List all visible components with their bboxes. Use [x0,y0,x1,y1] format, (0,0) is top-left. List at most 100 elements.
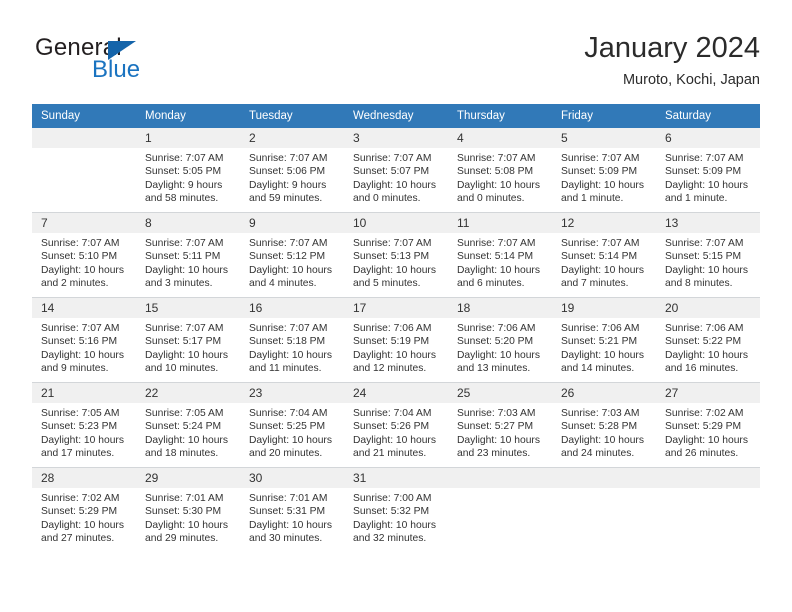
daylight-text-line2: and 29 minutes. [145,533,219,545]
page-title: January 2024 [584,32,760,64]
calendar-day-cell[interactable]: 22 Sunrise: 7:05 AM Sunset: 5:24 PM Dayligh… [136,382,240,468]
daylight-text-line1: Daylight: 10 hours [41,519,124,531]
calendar-day-cell[interactable]: 2 Sunrise: 7:07 AM Sunset: 5:06 PM Daylight… [240,128,344,213]
calendar-day-cell[interactable]: 15 Sunrise: 7:07 AM Sunset: 5:17 PM Dayligh… [136,297,240,383]
general-blue-logo[interactable]: General Blue [35,34,215,94]
sunrise-text: Sunrise: 7:00 AM [353,493,432,504]
calendar-day-cell[interactable]: 20 Sunrise: 7:06 AM Sunset: 5:22 PM Dayligh… [656,297,760,383]
daylight-text-line2: and 30 minutes. [249,533,323,545]
calendar-day-cell[interactable]: 28 Sunrise: 7:02 AM Sunset: 5:29 PM Dayligh… [32,467,136,552]
calendar-day-cell[interactable]: 9 Sunrise: 7:07 AM Sunset: 5:12 PM Daylight… [240,212,344,298]
sunrise-text: Sunrise: 7:02 AM [665,408,744,419]
weekday-header-thursday: Thursday [448,104,552,128]
day-number: 16 [240,298,344,318]
calendar-day-cell[interactable]: 25 Sunrise: 7:03 AM Sunset: 5:27 PM Dayligh… [448,382,552,468]
day-info: Sunrise: 7:07 AM Sunset: 5:08 PM Daylight:… [448,148,552,206]
day-info: Sunrise: 7:07 AM Sunset: 5:12 PM Daylight:… [240,233,344,291]
day-number: 9 [240,213,344,233]
calendar-day-cell[interactable]: 1 Sunrise: 7:07 AM Sunset: 5:05 PM Daylight… [136,128,240,213]
daylight-text-line2: and 4 minutes. [249,278,317,290]
daylight-text-line2: and 14 minutes. [561,363,635,375]
calendar-day-cell[interactable]: 29 Sunrise: 7:01 AM Sunset: 5:30 PM Dayligh… [136,467,240,552]
calendar-day-cell[interactable]: 24 Sunrise: 7:04 AM Sunset: 5:26 PM Dayligh… [344,382,448,468]
calendar-day-cell[interactable]: 12 Sunrise: 7:07 AM Sunset: 5:14 PM Dayligh… [552,212,656,298]
day-number [552,468,656,488]
day-number: 31 [344,468,448,488]
day-cell-content: 10 Sunrise: 7:07 AM Sunset: 5:13 PM Dayligh… [344,213,448,297]
day-number: 17 [344,298,448,318]
daylight-text-line2: and 5 minutes. [353,278,421,290]
sunset-text: Sunset: 5:14 PM [457,251,534,263]
calendar-day-cell[interactable]: 17 Sunrise: 7:06 AM Sunset: 5:19 PM Dayligh… [344,297,448,383]
daylight-text-line1: Daylight: 10 hours [145,264,228,276]
sunrise-text: Sunrise: 7:07 AM [353,238,432,249]
calendar-day-cell [656,467,760,552]
day-info: Sunrise: 7:07 AM Sunset: 5:14 PM Daylight:… [448,233,552,291]
sunrise-text: Sunrise: 7:07 AM [41,238,120,249]
calendar-day-cell[interactable]: 19 Sunrise: 7:06 AM Sunset: 5:21 PM Dayligh… [552,297,656,383]
daylight-text-line2: and 23 minutes. [457,448,531,460]
calendar-week-row: 21 Sunrise: 7:05 AM Sunset: 5:23 PM Dayligh… [32,382,760,468]
calendar-day-cell[interactable]: 10 Sunrise: 7:07 AM Sunset: 5:13 PM Dayligh… [344,212,448,298]
calendar-day-cell[interactable]: 31 Sunrise: 7:00 AM Sunset: 5:32 PM Dayligh… [344,467,448,552]
sunrise-text: Sunrise: 7:06 AM [665,323,744,334]
sunset-text: Sunset: 5:05 PM [145,166,222,178]
day-cell-content: 26 Sunrise: 7:03 AM Sunset: 5:28 PM Dayligh… [552,383,656,467]
calendar-day-cell[interactable]: 4 Sunrise: 7:07 AM Sunset: 5:08 PM Daylight… [448,128,552,213]
day-info: Sunrise: 7:02 AM Sunset: 5:29 PM Daylight:… [32,488,136,546]
sunset-text: Sunset: 5:09 PM [665,166,742,178]
calendar-day-cell[interactable]: 5 Sunrise: 7:07 AM Sunset: 5:09 PM Daylight… [552,128,656,213]
calendar-day-cell[interactable]: 13 Sunrise: 7:07 AM Sunset: 5:15 PM Dayligh… [656,212,760,298]
day-cell-content: 21 Sunrise: 7:05 AM Sunset: 5:23 PM Dayligh… [32,383,136,467]
sunrise-text: Sunrise: 7:07 AM [457,238,536,249]
sunset-text: Sunset: 5:07 PM [353,166,430,178]
daylight-text-line2: and 6 minutes. [457,278,525,290]
calendar-day-cell[interactable]: 21 Sunrise: 7:05 AM Sunset: 5:23 PM Dayligh… [32,382,136,468]
day-number: 10 [344,213,448,233]
sunset-text: Sunset: 5:09 PM [561,166,638,178]
sunset-text: Sunset: 5:20 PM [457,336,534,348]
sunset-text: Sunset: 5:29 PM [41,506,118,518]
calendar-day-cell[interactable]: 11 Sunrise: 7:07 AM Sunset: 5:14 PM Dayligh… [448,212,552,298]
calendar-page: General Blue January 2024 Muroto, Kochi,… [0,0,792,612]
calendar-day-cell[interactable]: 14 Sunrise: 7:07 AM Sunset: 5:16 PM Dayligh… [32,297,136,383]
calendar-day-cell[interactable]: 7 Sunrise: 7:07 AM Sunset: 5:10 PM Daylight… [32,212,136,298]
day-cell-content: 4 Sunrise: 7:07 AM Sunset: 5:08 PM Daylight… [448,128,552,212]
calendar-day-cell[interactable]: 23 Sunrise: 7:04 AM Sunset: 5:25 PM Dayligh… [240,382,344,468]
daylight-text-line2: and 24 minutes. [561,448,635,460]
calendar-day-cell[interactable]: 26 Sunrise: 7:03 AM Sunset: 5:28 PM Dayligh… [552,382,656,468]
weekday-header-friday: Friday [552,104,656,128]
sunset-text: Sunset: 5:13 PM [353,251,430,263]
title-block: January 2024 Muroto, Kochi, Japan [584,30,760,91]
daylight-text-line2: and 0 minutes. [457,193,525,205]
weekday-header-saturday: Saturday [656,104,760,128]
calendar-day-cell[interactable]: 8 Sunrise: 7:07 AM Sunset: 5:11 PM Daylight… [136,212,240,298]
daylight-text-line1: Daylight: 10 hours [41,349,124,361]
daylight-text-line1: Daylight: 10 hours [561,264,644,276]
day-number: 26 [552,383,656,403]
daylight-text-line2: and 9 minutes. [41,363,109,375]
sunset-text: Sunset: 5:24 PM [145,421,222,433]
day-number: 1 [136,128,240,148]
sunset-text: Sunset: 5:27 PM [457,421,534,433]
day-number: 14 [32,298,136,318]
calendar-day-cell[interactable]: 27 Sunrise: 7:02 AM Sunset: 5:29 PM Dayligh… [656,382,760,468]
calendar-day-cell[interactable]: 30 Sunrise: 7:01 AM Sunset: 5:31 PM Dayligh… [240,467,344,552]
daylight-text-line1: Daylight: 10 hours [457,434,540,446]
sunset-text: Sunset: 5:30 PM [145,506,222,518]
day-cell-content: 8 Sunrise: 7:07 AM Sunset: 5:11 PM Daylight… [136,213,240,297]
sunset-text: Sunset: 5:26 PM [353,421,430,433]
day-cell-content: 27 Sunrise: 7:02 AM Sunset: 5:29 PM Dayligh… [656,383,760,467]
day-number: 23 [240,383,344,403]
daylight-text-line2: and 12 minutes. [353,363,427,375]
day-info: Sunrise: 7:07 AM Sunset: 5:05 PM Daylight:… [136,148,240,206]
calendar-day-cell[interactable]: 3 Sunrise: 7:07 AM Sunset: 5:07 PM Daylight… [344,128,448,213]
calendar-day-cell[interactable]: 6 Sunrise: 7:07 AM Sunset: 5:09 PM Daylight… [656,128,760,213]
day-cell-content: 12 Sunrise: 7:07 AM Sunset: 5:14 PM Dayligh… [552,213,656,297]
calendar-day-cell[interactable]: 16 Sunrise: 7:07 AM Sunset: 5:18 PM Dayligh… [240,297,344,383]
daylight-text-line2: and 18 minutes. [145,448,219,460]
day-number: 3 [344,128,448,148]
daylight-text-line1: Daylight: 10 hours [665,434,748,446]
sunset-text: Sunset: 5:18 PM [249,336,326,348]
calendar-day-cell[interactable]: 18 Sunrise: 7:06 AM Sunset: 5:20 PM Dayligh… [448,297,552,383]
